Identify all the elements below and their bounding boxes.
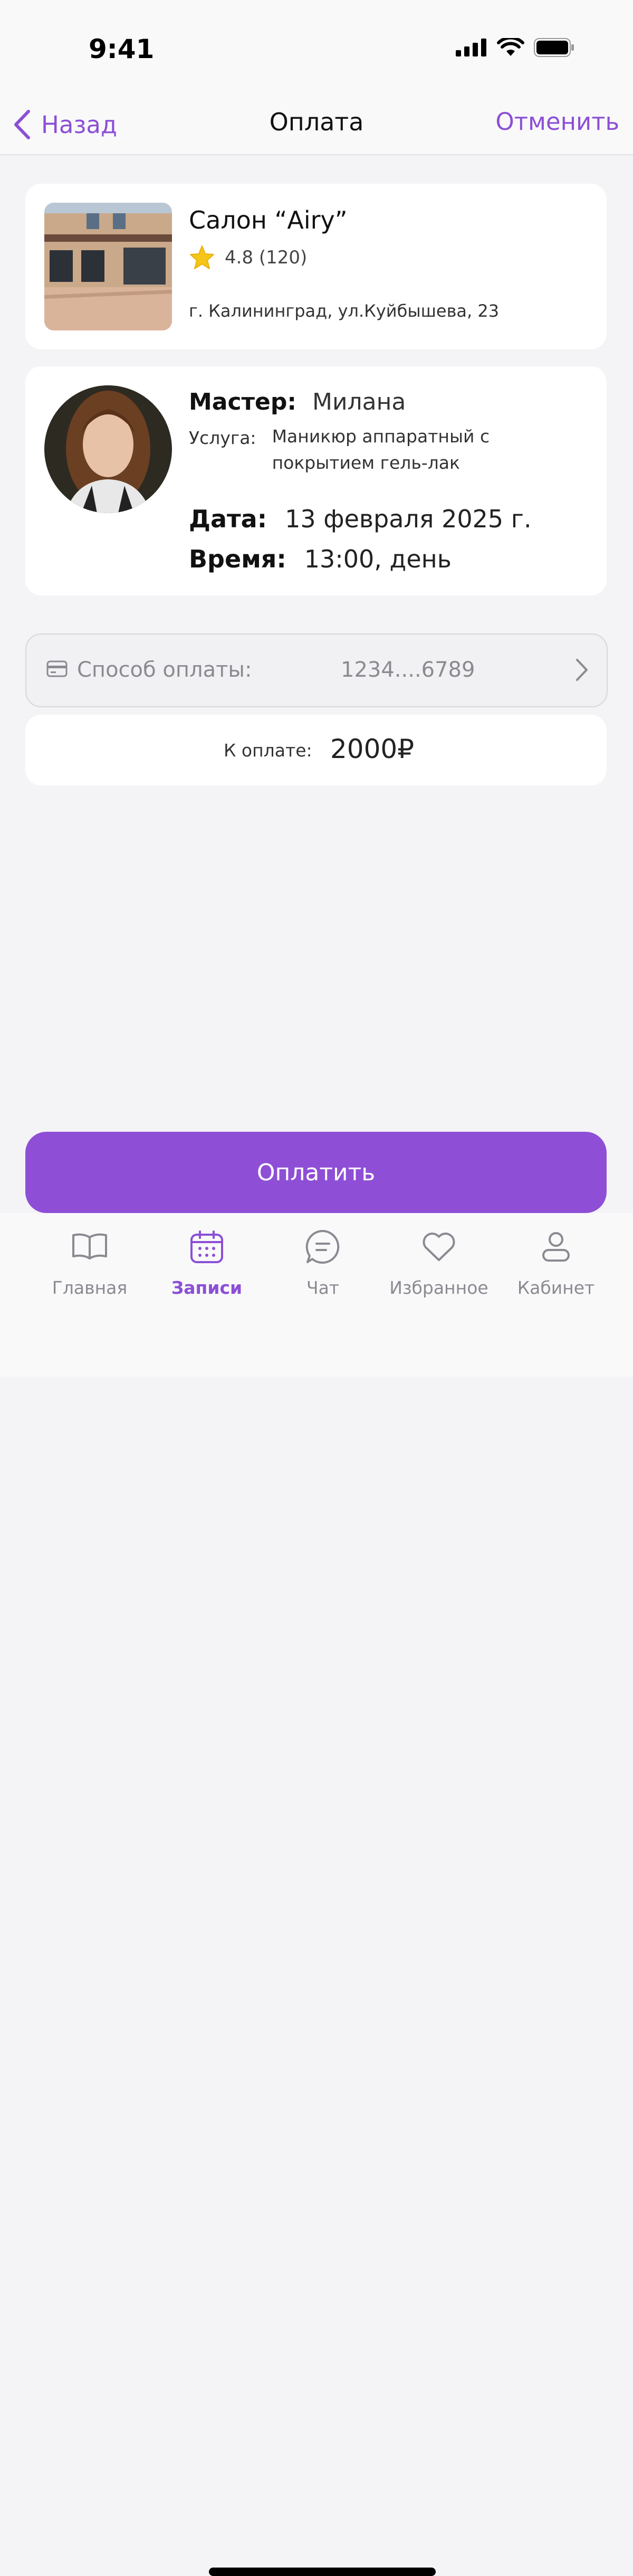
star-icon [190, 245, 214, 269]
tab-profile[interactable]: Кабинет [493, 1228, 619, 1298]
home-indicator [209, 2568, 436, 2576]
tab-label: Избранное [389, 1277, 488, 1298]
service-label: Услуга: [189, 428, 256, 448]
credit-card-icon [46, 660, 68, 677]
service-name: Маникюр аппаратный с покрытием гель-лак [272, 426, 490, 473]
status-time: 9:41 [89, 34, 155, 64]
calendar-icon [190, 1230, 223, 1263]
master-avatar [44, 385, 172, 513]
tab-favorites[interactable]: Избранное [376, 1228, 502, 1298]
payment-method-selector[interactable]: Способ оплаты: 1234....6789 [25, 633, 608, 707]
pay-button[interactable]: Оплатить [25, 1132, 607, 1213]
master-row: Мастер: Милана [189, 389, 406, 415]
date-label: Дата: [189, 505, 267, 533]
master-label: Мастер: [189, 389, 296, 415]
salon-name: Салон “Airy” [189, 206, 348, 234]
status-bar: 9:41 [0, 0, 633, 95]
card-number: 1234....6789 [341, 658, 475, 682]
service-row: Услуга: Маникюр аппаратный с покрытием г… [189, 426, 515, 476]
time-value: 13:00, день [304, 545, 452, 573]
navigation-bar: Назад Оплата Отменить [0, 95, 633, 155]
tab-chat[interactable]: Чат [260, 1228, 386, 1298]
tab-bookings[interactable]: Записи [143, 1228, 270, 1298]
tab-home[interactable]: Главная [26, 1228, 153, 1298]
rating: 4.8 (120) [189, 245, 307, 270]
salon-address: г. Калининград, ул.Куйбышева, 23 [189, 301, 500, 321]
total-amount: 2000₽ [330, 734, 415, 764]
chat-icon [305, 1229, 340, 1264]
booking-details-card: Мастер: Милана Услуга: Маникюр аппаратны… [25, 366, 607, 595]
payment-method-label: Способ оплаты: [77, 658, 252, 682]
heart-icon [423, 1233, 455, 1261]
tab-label: Главная [52, 1277, 128, 1298]
tab-label: Записи [171, 1277, 243, 1298]
tab-label: Кабинет [517, 1277, 595, 1298]
total-card: К оплате: 2000₽ [25, 715, 607, 785]
tab-bar: Главная Записи Чат Избранное Кабинет [0, 1213, 633, 2576]
wifi-icon [497, 38, 524, 56]
master-name: Милана [312, 389, 406, 415]
battery-icon [534, 38, 574, 57]
salon-photo [44, 203, 172, 330]
book-icon [72, 1233, 107, 1259]
rating-value: 4.8 (120) [225, 247, 308, 268]
total-label: К оплате: [224, 740, 312, 761]
time-row: Время: 13:00, день [189, 545, 452, 573]
cancel-button[interactable]: Отменить [495, 108, 619, 136]
tab-label: Чат [306, 1277, 340, 1298]
time-label: Время: [189, 545, 286, 573]
status-icons [456, 38, 575, 57]
salon-card[interactable]: Салон “Airy” 4.8 (120) г. Калининград, у… [25, 184, 607, 349]
cellular-signal-icon [456, 39, 486, 56]
date-value: 13 февраля 2025 г. [285, 505, 532, 533]
profile-icon [542, 1232, 570, 1262]
chevron-right-icon [576, 659, 588, 681]
date-row: Дата: 13 февраля 2025 г. [189, 505, 532, 533]
